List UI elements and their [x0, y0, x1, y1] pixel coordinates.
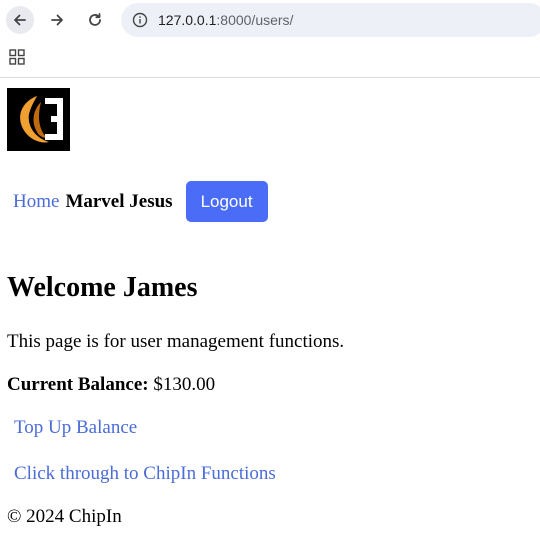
home-link[interactable]: Home [13, 191, 59, 213]
balance-value: $130.00 [153, 374, 216, 395]
browser-toolbar: 127.0.0.1:8000/users/ [0, 0, 540, 40]
balance-label: Current Balance: [7, 374, 149, 395]
current-balance: Current Balance: $130.00 [7, 373, 215, 397]
page-description: This page is for user management functio… [7, 331, 345, 352]
top-up-balance-link[interactable]: Top Up Balance [14, 416, 137, 440]
url-path: :8000/users/ [216, 12, 294, 28]
site-logo [7, 88, 70, 151]
chipin-functions-link[interactable]: Click through to ChipIn Functions [14, 462, 276, 486]
logout-button[interactable]: Logout [185, 181, 268, 222]
page-title: Welcome James [7, 272, 198, 303]
arrow-right-icon [51, 14, 63, 26]
top-nav: Home Marvel Jesus Logout [13, 181, 268, 222]
bookmarks-bar [0, 40, 540, 78]
forward-button[interactable] [43, 6, 71, 34]
url-host: 127.0.0.1 [158, 12, 217, 28]
arrow-left-icon [14, 14, 26, 26]
reload-icon [89, 13, 101, 26]
back-button[interactable] [6, 6, 34, 34]
address-bar[interactable]: 127.0.0.1:8000/users/ [121, 3, 540, 37]
user-name: Marvel Jesus [65, 190, 173, 212]
footer-copyright: © 2024 ChipIn [7, 506, 122, 527]
reload-button[interactable] [81, 6, 109, 34]
url-text[interactable]: 127.0.0.1:8000/users/ [158, 12, 293, 28]
info-icon[interactable] [128, 8, 152, 32]
apps-grid-icon[interactable] [9, 49, 25, 65]
